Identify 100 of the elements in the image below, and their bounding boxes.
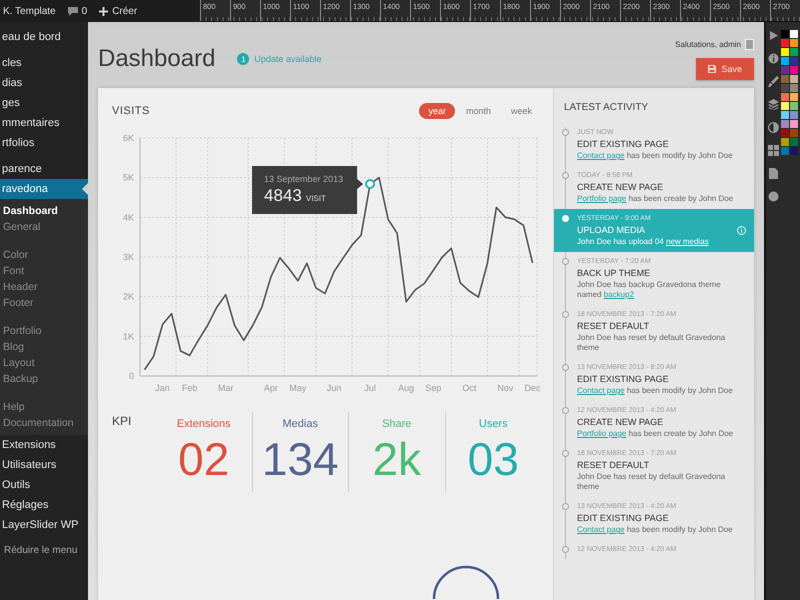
y-axis-label: 4K <box>122 212 134 222</box>
ring-chart-drawing <box>431 564 501 600</box>
timeline-node-icon <box>562 172 569 179</box>
sidebar-item[interactable]: Utilisateurs <box>0 455 88 475</box>
info-icon[interactable] <box>768 53 779 64</box>
activity-description: John Doe has upload 04 new medias <box>577 237 710 247</box>
activity-title: BACK UP THEME <box>577 268 652 279</box>
brush-icon[interactable] <box>768 76 779 87</box>
color-swatch[interactable] <box>790 120 798 128</box>
timeline-node-icon <box>562 215 569 222</box>
y-axis-label: 1K <box>122 331 134 342</box>
sidebar-item[interactable]: eau de bord <box>0 27 88 47</box>
color-swatch[interactable] <box>781 147 789 155</box>
tooltip-date: 13 September 2013 <box>264 174 344 184</box>
sidebar-item[interactable]: mmentaires <box>0 113 88 133</box>
submenu-item[interactable]: Dashboard <box>0 203 88 219</box>
color-swatch[interactable] <box>781 39 789 47</box>
color-swatch[interactable] <box>781 75 789 83</box>
kpi-label: Users <box>478 418 508 430</box>
submenu-item[interactable]: Backup <box>0 371 88 387</box>
submenu-item[interactable]: Header <box>0 279 88 295</box>
sidebar-item[interactable]: ges <box>0 93 88 113</box>
submenu-item[interactable]: Documentation <box>0 415 88 431</box>
sidebar-item[interactable]: LayerSlider WP <box>0 515 88 535</box>
activity-description: Portfolio page has been create by John Doe <box>577 429 734 439</box>
color-swatch[interactable] <box>781 129 789 137</box>
sidebar-item[interactable]: Outils <box>0 475 88 495</box>
activity-description: Contact page has been modify by John Doe <box>577 525 734 535</box>
collapse-menu-link[interactable]: Réduire le menu <box>0 535 88 556</box>
submenu-item[interactable]: Footer <box>0 295 88 311</box>
sidebar-item[interactable]: Extensions <box>0 435 88 455</box>
activity-description: John Doe has backup Gravedona theme named backup2 <box>577 280 722 300</box>
submenu-item[interactable]: Layout <box>0 355 88 371</box>
x-axis-label: Sep <box>425 383 442 393</box>
adjust-icon[interactable] <box>768 122 779 133</box>
kpi-label: Extensions <box>176 418 231 430</box>
comments-link[interactable]: 0 <box>68 6 88 16</box>
sidebar-item[interactable]: rtfolios <box>0 133 88 153</box>
document-icon[interactable] <box>768 168 779 179</box>
color-swatch[interactable] <box>781 30 789 38</box>
sidebar-item[interactable]: ravedona <box>0 179 88 199</box>
submenu-item[interactable]: Blog <box>0 339 88 355</box>
color-swatch[interactable] <box>790 93 798 101</box>
activity-title: EDIT EXISTING PAGE <box>577 374 670 385</box>
sidebar-item[interactable]: Réglages <box>0 495 88 515</box>
color-swatch[interactable] <box>790 48 798 56</box>
timeline-node-icon <box>562 311 569 318</box>
color-swatch[interactable] <box>781 48 789 56</box>
kpi-label: Share <box>382 418 412 430</box>
range-tab[interactable]: year <box>419 103 455 119</box>
save-button[interactable]: Save <box>696 58 754 80</box>
submenu-item[interactable]: Help <box>0 399 88 415</box>
color-swatch[interactable] <box>790 84 798 92</box>
color-swatch[interactable] <box>781 111 789 119</box>
plus-icon <box>99 6 108 16</box>
info-icon[interactable] <box>737 226 746 235</box>
color-swatch[interactable] <box>790 138 798 146</box>
sidebar-item[interactable]: dias <box>0 73 88 93</box>
submenu-item[interactable]: Color <box>0 247 88 263</box>
timeline-node-icon <box>562 364 569 371</box>
layers-icon[interactable] <box>768 99 779 110</box>
color-swatch[interactable] <box>781 66 789 74</box>
sidebar-item[interactable]: cles <box>0 53 88 73</box>
color-swatch[interactable] <box>790 57 798 65</box>
activity-description: Contact page has been modify by John Doe <box>577 151 734 161</box>
timeline-node-icon <box>562 129 569 136</box>
color-swatch[interactable] <box>781 120 789 128</box>
submenu-item[interactable]: General <box>0 219 88 235</box>
color-swatch[interactable] <box>781 138 789 146</box>
site-name-link[interactable]: K. Template <box>3 6 56 16</box>
range-tab[interactable]: week <box>502 103 541 119</box>
submenu-item[interactable]: Portfolio <box>0 323 88 339</box>
range-tab[interactable]: month <box>456 103 500 119</box>
color-swatch[interactable] <box>790 129 798 137</box>
color-swatch[interactable] <box>781 57 789 65</box>
submenu-item[interactable]: Font <box>0 263 88 279</box>
activity-title: EDIT EXISTING PAGE <box>577 139 670 150</box>
grid-icon[interactable] <box>768 145 779 156</box>
color-swatch[interactable] <box>790 39 798 47</box>
color-swatch[interactable] <box>790 30 798 38</box>
color-swatch[interactable] <box>790 66 798 74</box>
activity-title: CREATE NEW PAGE <box>577 182 664 193</box>
activity-description: John Doe has reset by default Gravedona theme <box>577 333 726 353</box>
color-swatch[interactable] <box>781 84 789 92</box>
color-swatch[interactable] <box>790 102 798 110</box>
color-swatch[interactable] <box>781 102 789 110</box>
color-swatch[interactable] <box>790 111 798 119</box>
color-swatch[interactable] <box>790 75 798 83</box>
timeline-node-icon <box>562 450 569 457</box>
play-icon[interactable] <box>768 30 779 41</box>
color-swatch[interactable] <box>781 93 789 101</box>
sidebar-item[interactable]: parence <box>0 159 88 179</box>
color-swatch[interactable] <box>790 147 798 155</box>
x-axis-label: Feb <box>182 383 198 393</box>
circle-icon[interactable] <box>768 191 779 202</box>
activity-title: RESET DEFAULT <box>577 460 650 471</box>
new-link[interactable]: Créer <box>99 6 138 16</box>
avatar-icon[interactable] <box>745 38 754 50</box>
y-axis-label: 6K <box>122 133 134 143</box>
highlight-point[interactable] <box>365 179 376 190</box>
